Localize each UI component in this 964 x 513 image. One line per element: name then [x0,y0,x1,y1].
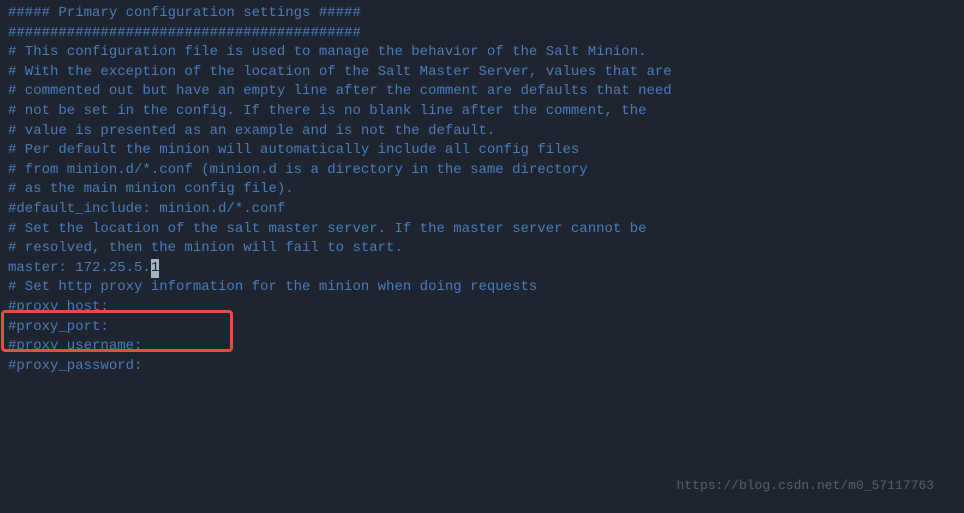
config-comment-line: ##### Primary configuration settings ###… [8,4,956,24]
config-comment-line: # value is presented as an example and i… [8,122,956,142]
config-comment-line: # This configuration file is used to man… [8,43,956,63]
config-comment-line: #proxy_password: [8,357,956,377]
config-comment-line: #proxy_host: [8,298,956,318]
editor-cursor: 1 [151,259,159,279]
config-comment-line: #proxy_username: [8,337,956,357]
config-comment-line: # Per default the minion will automatica… [8,141,956,161]
config-comment-line: ########################################… [8,24,956,44]
config-comment-line: # commented out but have an empty line a… [8,82,956,102]
master-value-prefix: master: 172.25.5. [8,260,151,276]
watermark-text: https://blog.csdn.net/m0_57117763 [677,477,934,495]
config-comment-line: #proxy_port: [8,318,956,338]
config-comment-line: # Set the location of the salt master se… [8,220,956,240]
config-comment-line: # Set http proxy information for the min… [8,278,956,298]
master-config-line[interactable]: master: 172.25.5.1 [8,259,956,279]
config-comment-line: # With the exception of the location of … [8,63,956,83]
config-comment-line: # resolved, then the minion will fail to… [8,239,956,259]
config-comment-line: # as the main minion config file). [8,180,956,200]
config-comment-line: #default_include: minion.d/*.conf [8,200,956,220]
config-comment-line: # from minion.d/*.conf (minion.d is a di… [8,161,956,181]
config-comment-line: # not be set in the config. If there is … [8,102,956,122]
